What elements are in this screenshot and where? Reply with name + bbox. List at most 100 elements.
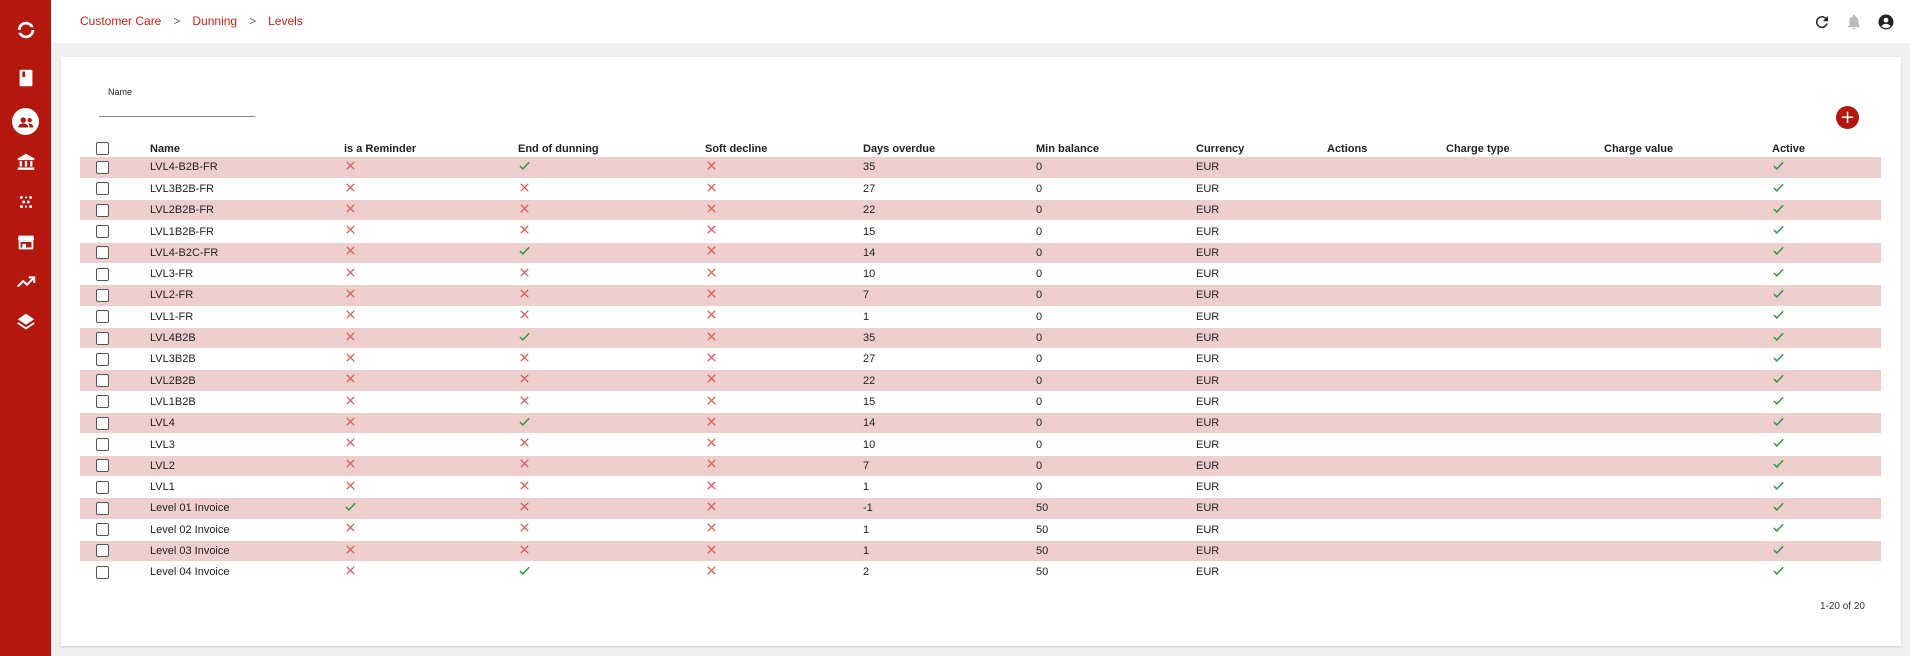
store-icon[interactable] — [12, 228, 39, 255]
add-level-button[interactable]: + — [1836, 106, 1859, 129]
table-row[interactable]: Level 04 Invoice 2 50 EUR — [80, 562, 1881, 583]
table-row[interactable]: LVL2-FR 7 0 EUR — [80, 284, 1881, 307]
row-checkbox[interactable] — [96, 352, 109, 366]
row-checkbox[interactable] — [96, 310, 109, 324]
row-checkbox[interactable] — [96, 203, 109, 217]
table-row[interactable]: LVL2B2B 22 0 EUR — [80, 369, 1881, 392]
logo-icon[interactable] — [12, 16, 39, 43]
table-row[interactable]: LVL1B2B-FR 15 0 EUR — [80, 221, 1881, 243]
cross-icon — [518, 268, 531, 280]
layers-icon[interactable] — [12, 308, 39, 335]
col-currency[interactable]: Currency — [1196, 136, 1327, 157]
row-checkbox[interactable] — [96, 438, 109, 451]
table-row[interactable]: LVL3 10 0 EUR — [80, 434, 1881, 456]
table-row[interactable]: LVL1-FR 1 0 EUR — [80, 306, 1881, 328]
col-min-balance[interactable]: Min balance — [1036, 136, 1196, 157]
row-checkbox[interactable] — [96, 225, 109, 239]
table-row[interactable]: LVL1B2B 15 0 EUR — [80, 391, 1881, 413]
bell-icon[interactable] — [1844, 12, 1864, 32]
row-checkbox[interactable] — [96, 331, 109, 345]
table-row[interactable]: LVL4 14 0 EUR — [80, 412, 1881, 434]
table-header-row: Name is a Reminder End of dunning Soft d… — [80, 136, 1881, 157]
cell-actions — [1327, 391, 1446, 412]
bank-icon[interactable] — [12, 148, 39, 175]
row-checkbox[interactable] — [96, 480, 109, 494]
dots-icon[interactable] — [12, 188, 39, 215]
cross-icon — [518, 374, 531, 387]
row-checkbox[interactable] — [96, 459, 109, 473]
table-row[interactable]: LVL4B2B 35 0 EUR — [80, 327, 1881, 349]
cell-actions — [1327, 242, 1446, 264]
row-checkbox[interactable] — [96, 246, 109, 260]
breadcrumb-customer-care[interactable]: Customer Care — [80, 14, 161, 28]
cell-days-overdue: 15 — [863, 395, 876, 408]
table-row[interactable]: LVL3-FR 10 0 EUR — [80, 263, 1881, 285]
cross-icon — [705, 417, 718, 429]
cell-reminder — [344, 199, 518, 221]
book-icon[interactable] — [12, 64, 39, 91]
check-icon — [1772, 311, 1785, 323]
cell-end-of-dunning — [518, 497, 705, 520]
check-icon — [518, 566, 531, 578]
cell-active — [1772, 540, 1881, 562]
cell-actions — [1327, 412, 1446, 434]
row-checkbox[interactable] — [96, 182, 109, 196]
name-filter-input[interactable] — [99, 99, 255, 117]
cell-charge-type — [1446, 157, 1604, 179]
cross-icon — [518, 182, 531, 195]
cell-active — [1772, 157, 1881, 179]
row-checkbox[interactable] — [96, 288, 109, 302]
col-days-overdue[interactable]: Days overdue — [863, 136, 1036, 157]
cell-days-overdue: 7 — [863, 455, 1036, 477]
row-select-cell — [80, 199, 150, 221]
row-checkbox[interactable] — [96, 160, 109, 174]
row-checkbox[interactable] — [96, 267, 109, 281]
account-icon[interactable] — [1876, 12, 1896, 32]
col-soft-decline[interactable]: Soft decline — [705, 136, 863, 157]
col-active[interactable]: Active — [1772, 136, 1881, 157]
table-row[interactable]: Level 03 Invoice 1 50 EUR — [80, 540, 1881, 562]
row-checkbox[interactable] — [96, 523, 109, 537]
table-row[interactable]: Level 02 Invoice 1 50 EUR — [80, 519, 1881, 541]
trending-icon[interactable] — [12, 268, 39, 295]
col-name[interactable]: Name — [150, 136, 344, 157]
breadcrumb-dunning[interactable]: Dunning — [192, 14, 237, 28]
cell-soft-decline — [705, 242, 863, 264]
refresh-icon[interactable] — [1812, 12, 1832, 32]
row-checkbox[interactable] — [96, 565, 109, 579]
row-checkbox[interactable] — [96, 416, 109, 430]
row-checkbox[interactable] — [96, 395, 109, 409]
cell-currency: EUR — [1196, 540, 1327, 562]
row-checkbox[interactable] — [96, 501, 109, 515]
table-row[interactable]: LVL3B2B-FR 27 0 EUR — [80, 178, 1881, 200]
cell-name: LVL4-B2B-FR — [150, 157, 344, 179]
cell-days-overdue: 35 — [863, 157, 1036, 179]
cross-icon — [705, 246, 718, 259]
table-row[interactable]: LVL4-B2C-FR 14 0 EUR — [80, 242, 1881, 264]
customer-care-icon[interactable] — [12, 108, 39, 135]
col-charge-value[interactable]: Charge value — [1604, 136, 1772, 157]
col-reminder[interactable]: is a Reminder — [344, 136, 518, 157]
breadcrumb-levels[interactable]: Levels — [268, 14, 303, 28]
col-charge-type[interactable]: Charge type — [1446, 136, 1604, 157]
table-row[interactable]: LVL2B2B-FR 22 0 EUR — [80, 199, 1881, 221]
row-checkbox[interactable] — [96, 544, 109, 558]
table-row[interactable]: LVL2 7 0 EUR — [80, 455, 1881, 477]
cell-end-of-dunning — [518, 519, 705, 540]
cell-reminder — [344, 242, 518, 264]
cell-charge-type — [1446, 540, 1604, 562]
table-row[interactable]: LVL3B2B 27 0 EUR — [80, 349, 1881, 370]
row-checkbox[interactable] — [96, 374, 109, 388]
cross-icon — [705, 523, 718, 536]
top-bar: Customer Care > Dunning > Levels — [51, 0, 1910, 43]
cell-active — [1772, 369, 1881, 392]
cross-icon — [344, 289, 357, 301]
col-end-of-dunning[interactable]: End of dunning — [518, 136, 705, 157]
table-row[interactable]: Level 01 Invoice -1 50 EUR — [80, 497, 1881, 520]
table-row[interactable]: LVL4-B2B-FR 35 0 EUR — [80, 157, 1881, 179]
check-icon — [1772, 502, 1785, 514]
select-all-checkbox[interactable] — [96, 142, 109, 155]
cell-active — [1772, 306, 1881, 327]
table-row[interactable]: LVL1 1 0 EUR — [80, 476, 1881, 498]
cell-charge-value — [1604, 284, 1772, 307]
